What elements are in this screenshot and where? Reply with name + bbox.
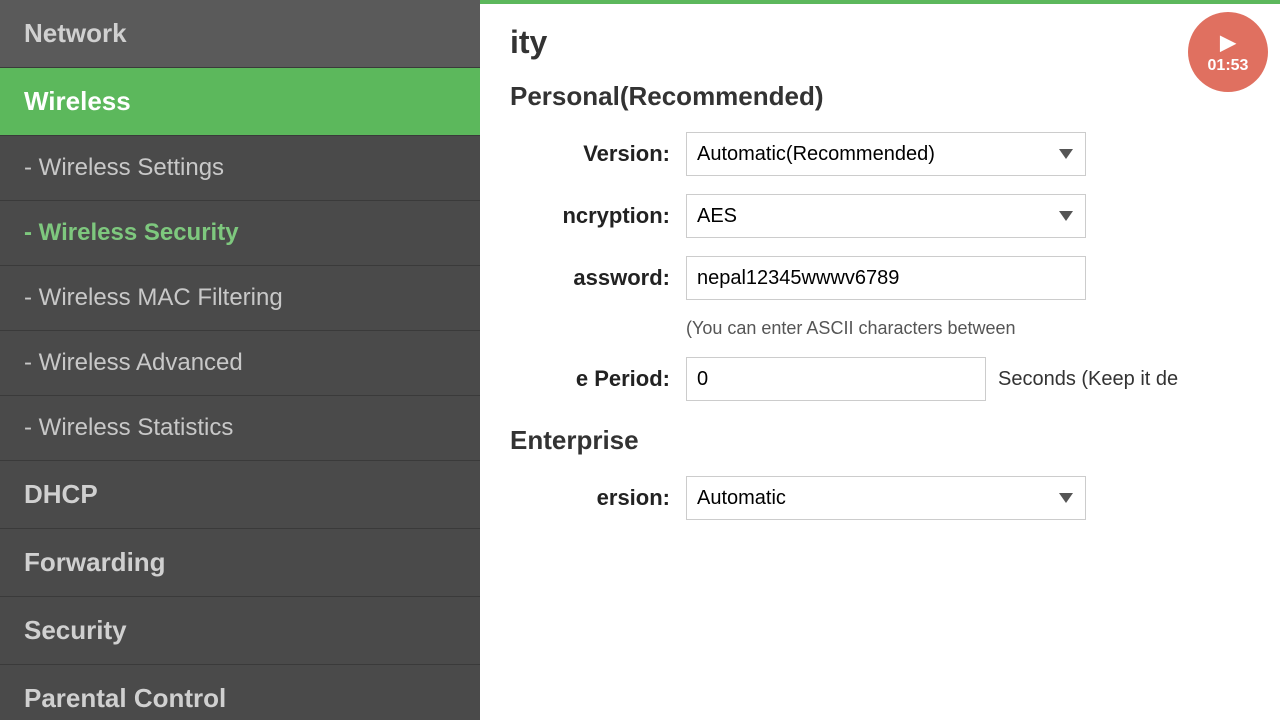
password-hint: (You can enter ASCII characters between: [686, 318, 1250, 339]
sidebar-label-wireless: Wireless: [24, 86, 131, 117]
version2-label: ersion:: [510, 485, 670, 511]
renewal-label: e Period:: [510, 366, 670, 392]
sidebar-label-wireless-advanced: - Wireless Advanced: [24, 349, 243, 377]
sidebar-item-parental-control[interactable]: Parental Control: [0, 665, 480, 720]
version2-row: ersion: Automatic: [510, 476, 1250, 520]
section1-heading: Personal(Recommended): [510, 81, 1250, 112]
sidebar-label-forwarding: Forwarding: [24, 547, 166, 578]
renewal-row: e Period: Seconds (Keep it de: [510, 357, 1250, 401]
renewal-input[interactable]: [686, 357, 986, 401]
encryption-label: ncryption:: [510, 203, 670, 229]
timer-time: 01:53: [1208, 57, 1249, 75]
sidebar-label-wireless-settings: - Wireless Settings: [24, 154, 224, 182]
renewal-hint: Seconds (Keep it de: [998, 368, 1178, 391]
password-label: assword:: [510, 265, 670, 291]
sidebar-item-wireless-advanced[interactable]: - Wireless Advanced: [0, 331, 480, 396]
sidebar-item-wireless-settings[interactable]: - Wireless Settings: [0, 136, 480, 201]
sidebar-item-wireless[interactable]: Wireless: [0, 68, 480, 136]
sidebar-label-security: Security: [24, 615, 127, 646]
main-content: ity Personal(Recommended) Version: Autom…: [480, 0, 1280, 720]
sidebar-item-security[interactable]: Security: [0, 597, 480, 665]
sidebar-item-wireless-mac-filtering[interactable]: - Wireless MAC Filtering: [0, 266, 480, 331]
page-title: ity: [510, 24, 1250, 61]
sidebar-item-forwarding[interactable]: Forwarding: [0, 529, 480, 597]
password-row: assword:: [510, 256, 1250, 300]
section2-heading: Enterprise: [510, 425, 1250, 456]
password-input[interactable]: [686, 256, 1086, 300]
version-label: Version:: [510, 141, 670, 167]
sidebar-label-network: Network: [24, 18, 127, 49]
version-select[interactable]: Automatic(Recommended)WPAWPA2: [686, 132, 1086, 176]
sidebar-label-dhcp: DHCP: [24, 479, 98, 510]
sidebar-item-network[interactable]: Network: [0, 0, 480, 68]
sidebar-label-parental-control: Parental Control: [24, 683, 226, 714]
version2-select[interactable]: Automatic: [686, 476, 1086, 520]
encryption-row: ncryption: AESTKIPAES/TKIP: [510, 194, 1250, 238]
sidebar-label-wireless-statistics: - Wireless Statistics: [24, 414, 233, 442]
version-row: Version: Automatic(Recommended)WPAWPA2: [510, 132, 1250, 176]
timer-icon: ▶: [1220, 30, 1235, 55]
sidebar-item-wireless-statistics[interactable]: - Wireless Statistics: [0, 396, 480, 461]
encryption-select[interactable]: AESTKIPAES/TKIP: [686, 194, 1086, 238]
sidebar: Network Wireless - Wireless Settings - Wire…: [0, 0, 480, 720]
sidebar-item-wireless-security[interactable]: - Wireless Security: [0, 201, 480, 266]
sidebar-label-wireless-mac-filtering: - Wireless MAC Filtering: [24, 284, 283, 312]
sidebar-item-dhcp[interactable]: DHCP: [0, 461, 480, 529]
sidebar-label-wireless-security: - Wireless Security: [24, 219, 239, 247]
timer-badge: ▶ 01:53: [1188, 12, 1268, 92]
